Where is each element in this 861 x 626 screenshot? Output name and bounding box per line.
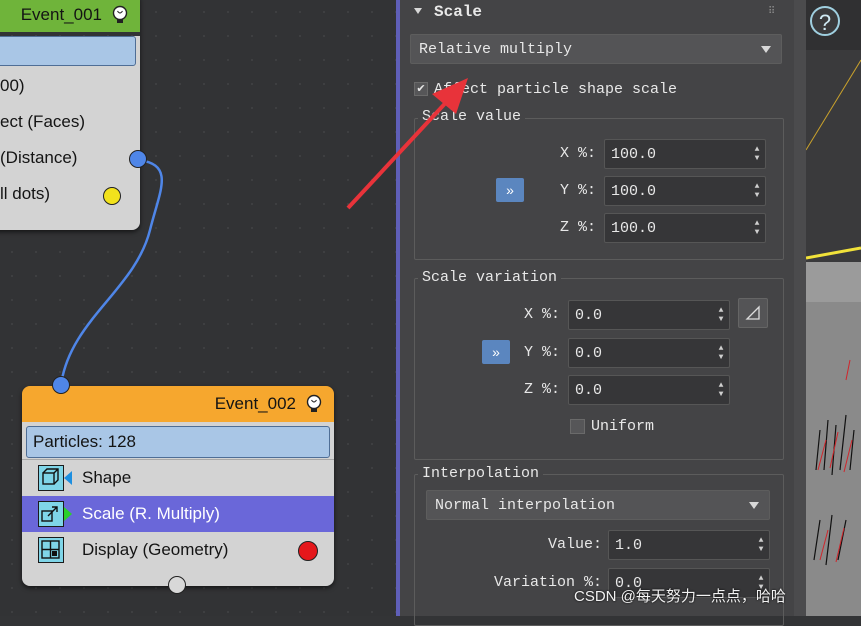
collapse-icon: [414, 8, 422, 14]
event-001-operator-row[interactable]: (Distance): [0, 140, 140, 176]
variation-x-label: X %:: [523, 306, 560, 323]
event-001-row-label: (Distance): [0, 148, 78, 167]
value-label: Value:: [547, 536, 602, 553]
display-icon: [38, 537, 64, 563]
rollout-header[interactable]: Scale ⠿: [410, 2, 782, 26]
interp-value: 1.0: [615, 536, 643, 554]
triangle-icon: [745, 305, 760, 320]
output-socket[interactable]: [129, 150, 147, 168]
event-001-row-label: ll dots): [0, 184, 51, 203]
viewport-preview[interactable]: ?: [794, 0, 861, 616]
event-001-row-label: ect (Faces): [0, 112, 86, 131]
variation-x-spinner[interactable]: 0.0 ▲ ▼: [568, 300, 730, 330]
scale-z-value: 100.0: [611, 219, 657, 237]
scale-type-value: Relative multiply: [419, 40, 573, 58]
variation-z-label: Z %:: [523, 381, 560, 398]
variation-z-spinner[interactable]: 0.0 ▲ ▼: [568, 375, 730, 405]
rollout-title: Scale: [434, 3, 483, 21]
interp-value-spinner[interactable]: 1.0 ▲ ▼: [608, 530, 770, 560]
scale-x-spinner[interactable]: 100.0 ▲ ▼: [604, 139, 766, 169]
variation-x-value: 0.0: [575, 306, 603, 324]
event-001-operator-row[interactable]: 00): [0, 68, 140, 104]
variation-z-value: 0.0: [575, 381, 603, 399]
interpolation-dropdown[interactable]: Normal interpolation: [426, 490, 770, 520]
scale-x-value: 100.0: [611, 145, 657, 163]
shape-icon: [38, 465, 72, 491]
uniform-checkbox[interactable]: Uniform: [570, 416, 654, 436]
scale-variation-title: Scale variation: [418, 269, 562, 286]
spinner-arrows-icon[interactable]: ▲ ▼: [717, 306, 725, 324]
interpolation-title: Interpolation: [418, 465, 544, 482]
particle-view-canvas[interactable]: Event_001 00) ect (Faces) (Distance) ll …: [0, 0, 396, 616]
spinner-arrows-icon[interactable]: ▲ ▼: [753, 219, 761, 237]
grip-icon: ⠿: [768, 6, 777, 17]
lightbulb-icon[interactable]: [110, 5, 130, 25]
event-001-row-label: 00): [0, 76, 25, 95]
event-002-title: Event_002: [214, 394, 296, 413]
variation-y-spinner[interactable]: 0.0 ▲ ▼: [568, 338, 730, 368]
variation-y-label: Y %:: [523, 344, 560, 361]
input-socket[interactable]: [52, 376, 70, 394]
test-output-socket[interactable]: [103, 187, 121, 205]
variation-curve-button[interactable]: [738, 298, 768, 328]
spinner-arrows-icon[interactable]: ▲ ▼: [753, 145, 761, 163]
scale-y-spinner[interactable]: 100.0 ▲ ▼: [604, 176, 766, 206]
event-001-particles-bar: [0, 36, 136, 66]
event-001-title: Event_001: [20, 5, 102, 24]
output-socket[interactable]: [168, 576, 186, 594]
spinner-arrows-icon[interactable]: ▲ ▼: [717, 381, 725, 399]
scale-z-label: Z %:: [559, 219, 596, 236]
scale-type-dropdown[interactable]: Relative multiply: [410, 34, 782, 64]
display-color-swatch[interactable]: [298, 541, 318, 561]
watermark: CSDN @每天努力一点点，哈哈: [574, 588, 786, 605]
operator-row-scale[interactable]: Scale (R. Multiply): [22, 496, 334, 532]
operator-row-shape[interactable]: Shape: [22, 460, 334, 496]
operator-label-scale: Scale (R. Multiply): [82, 504, 220, 523]
annotation-arrow: [346, 78, 468, 210]
scale-z-spinner[interactable]: 100.0 ▲ ▼: [604, 213, 766, 243]
scale-y-value: 100.0: [611, 182, 657, 200]
event-002-node[interactable]: Event_002 Particles: 128 Shape Scale (R.…: [22, 386, 334, 586]
lightbulb-icon[interactable]: [304, 394, 324, 414]
particle-count: Particles: 128: [26, 426, 330, 458]
operator-label-display: Display (Geometry): [82, 540, 229, 559]
chevron-down-icon[interactable]: [749, 502, 759, 509]
scale-icon: [38, 501, 72, 527]
operator-row-display[interactable]: Display (Geometry): [22, 532, 334, 568]
scale-lock-button[interactable]: »: [496, 178, 524, 202]
spinner-arrows-icon[interactable]: ▲ ▼: [753, 182, 761, 200]
event-001-operator-row[interactable]: ect (Faces): [0, 104, 140, 140]
scale-y-label: Y %:: [559, 182, 596, 199]
checkbox-box: [570, 418, 585, 434]
interpolation-value: Normal interpolation: [435, 496, 616, 514]
spinner-arrows-icon[interactable]: ▲ ▼: [757, 536, 765, 554]
viewport-scene: [806, 59, 861, 616]
uniform-label: Uniform: [591, 417, 655, 435]
spinner-arrows-icon[interactable]: ▲ ▼: [717, 344, 725, 362]
variation-y-value: 0.0: [575, 344, 603, 362]
chevron-down-icon: [761, 46, 771, 53]
operator-label-shape: Shape: [82, 468, 132, 487]
scale-x-label: X %:: [559, 145, 596, 162]
